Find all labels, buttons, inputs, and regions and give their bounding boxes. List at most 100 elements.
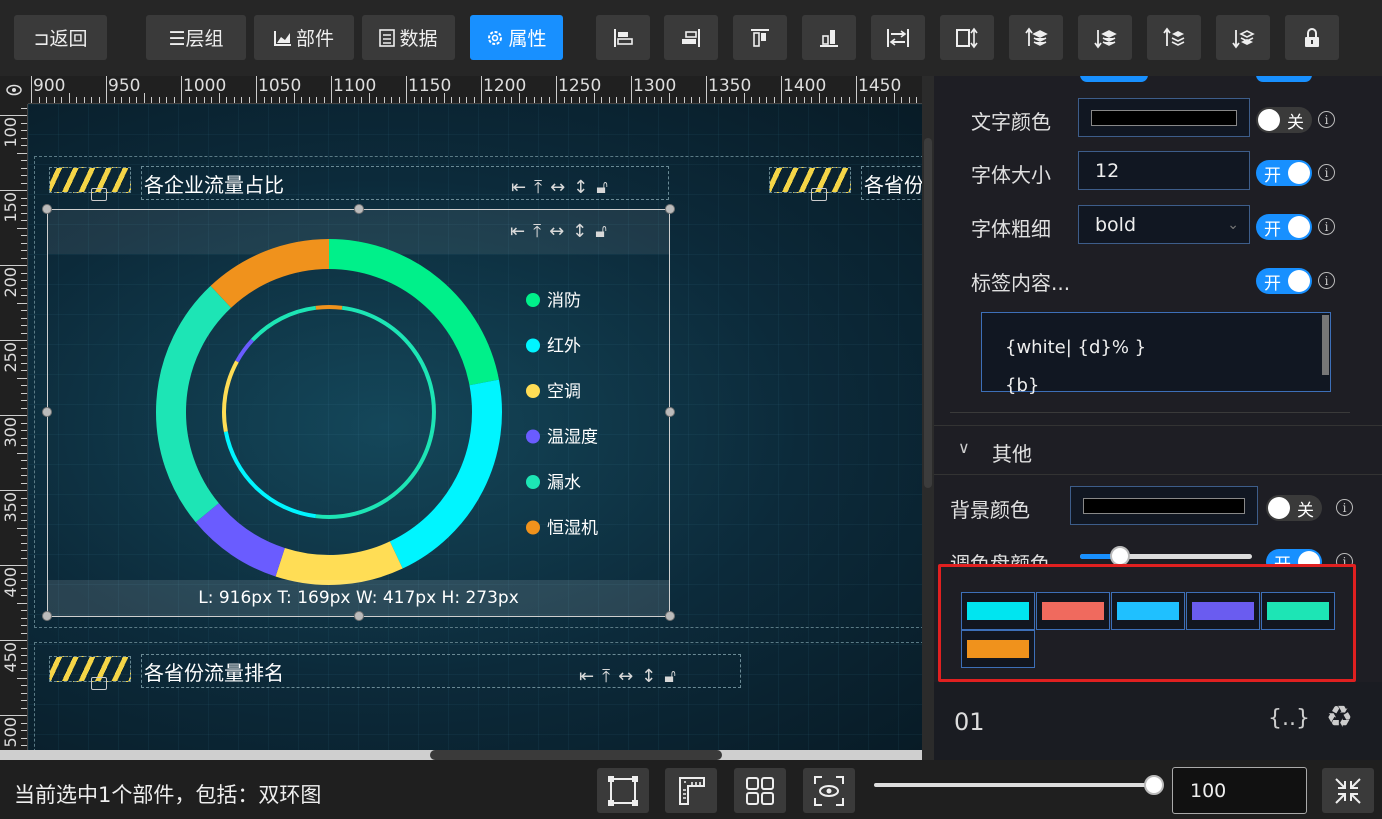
outer-ring-slice-红外[interactable] — [389, 379, 502, 569]
info-icon[interactable]: i — [1318, 272, 1335, 289]
font-size-toggle[interactable]: 开 — [1256, 160, 1312, 186]
palette-swatch[interactable] — [1261, 592, 1335, 630]
text-color-picker[interactable] — [1078, 98, 1250, 137]
code-icon[interactable]: {..} — [1268, 706, 1310, 731]
legend-marker[interactable] — [526, 338, 540, 353]
visibility-icon[interactable] — [0, 76, 28, 104]
zoom-input[interactable]: 100 — [1172, 767, 1307, 814]
zoom-slider[interactable] — [874, 775, 1164, 795]
resize-handle[interactable] — [354, 611, 364, 621]
align-left-icon[interactable]: ⇤ — [511, 177, 526, 198]
outer-ring-slice-恒湿机[interactable] — [210, 239, 330, 308]
distribute-horizontal-icon[interactable] — [871, 15, 925, 60]
section-other-header[interactable]: ∨ 其他 — [934, 425, 1382, 475]
info-icon[interactable]: i — [1318, 111, 1335, 128]
font-weight-select[interactable]: bold ⌄ — [1078, 205, 1250, 244]
unlock-icon[interactable]: 🔓︎ — [596, 177, 608, 198]
resize-handle[interactable] — [42, 407, 52, 417]
font-weight-toggle[interactable]: 开 — [1256, 214, 1312, 240]
align-top-icon[interactable] — [733, 15, 787, 60]
legend-marker[interactable] — [526, 429, 540, 444]
lock-icon[interactable] — [91, 188, 107, 201]
align-bottom-icon[interactable] — [802, 15, 856, 60]
lock-icon[interactable] — [91, 677, 107, 690]
info-icon[interactable]: i — [1318, 164, 1335, 181]
inner-ring-slice[interactable] — [222, 360, 239, 433]
layer-up-icon[interactable] — [1009, 15, 1063, 60]
design-canvas[interactable]: 各企业流量占比 ⇤ ⤒ ↔ ↕ 🔓︎ 各省份 ⇤ ⤒ ↔ ↕ 🔓︎ 消防 红外 空调 温湿度 漏水 恒湿机… — [28, 104, 922, 750]
collapse-icon[interactable] — [1322, 768, 1374, 813]
recycle-icon[interactable]: ♻ — [1326, 700, 1353, 735]
toggle-partial[interactable] — [1256, 76, 1312, 82]
bg-color-toggle[interactable]: 关 — [1266, 495, 1322, 521]
lock-icon[interactable] — [1285, 15, 1339, 60]
stretch-width-icon[interactable]: ↔ — [618, 666, 633, 687]
align-right-icon[interactable] — [664, 15, 718, 60]
palette-swatch[interactable] — [961, 592, 1035, 630]
legend-label[interactable]: 消防 — [547, 291, 581, 311]
outer-ring-slice-消防[interactable] — [328, 239, 499, 386]
double-ring-chart[interactable]: 消防红外空调温湿度漏水恒湿机 — [48, 210, 669, 616]
stretch-height-icon[interactable]: ↕ — [641, 666, 656, 687]
resize-handle[interactable] — [42, 204, 52, 214]
info-icon[interactable]: i — [1318, 218, 1335, 235]
inner-ring-slice[interactable] — [223, 431, 317, 519]
panel-divider[interactable] — [922, 76, 934, 760]
align-left-icon[interactable] — [596, 15, 650, 60]
legend-marker[interactable] — [526, 293, 540, 307]
layer-top-icon[interactable] — [1147, 15, 1201, 60]
palette-slider[interactable] — [1080, 546, 1252, 566]
outer-ring-slice-空调[interactable] — [275, 541, 403, 585]
lock-icon[interactable] — [811, 188, 827, 201]
layer-down-icon[interactable] — [1078, 15, 1132, 60]
resize-handle[interactable] — [665, 204, 675, 214]
layers-button[interactable]: ☰层组 — [146, 15, 246, 60]
horizontal-scrollbar-thumb[interactable] — [430, 750, 722, 760]
palette-swatch[interactable] — [1111, 592, 1185, 630]
info-icon[interactable]: i — [1336, 499, 1353, 516]
parts-button[interactable]: 部件 — [254, 15, 354, 60]
data-button[interactable]: 数据 — [362, 15, 455, 60]
align-left-icon[interactable]: ⇤ — [579, 666, 594, 687]
panel-title[interactable]: 各省份 — [861, 166, 922, 200]
resize-handle[interactable] — [665, 407, 675, 417]
back-button[interactable]: ⊐返回 — [14, 15, 107, 60]
resize-handle[interactable] — [354, 204, 364, 214]
palette-swatch[interactable] — [1036, 592, 1110, 630]
legend-label[interactable]: 空调 — [547, 382, 581, 402]
slider-handle[interactable] — [1110, 546, 1130, 566]
unlock-icon[interactable]: 🔓︎ — [664, 666, 676, 687]
font-size-input[interactable]: 12 — [1078, 151, 1250, 190]
palette-swatch[interactable] — [961, 630, 1035, 668]
legend-label[interactable]: 漏水 — [547, 473, 581, 493]
inner-ring-slice[interactable] — [235, 338, 254, 363]
legend-label[interactable]: 红外 — [547, 337, 581, 357]
text-color-toggle[interactable]: 关 — [1256, 107, 1312, 133]
resize-handle[interactable] — [42, 611, 52, 621]
preview-eye-icon[interactable] — [803, 768, 855, 813]
ruler-icon[interactable] — [665, 768, 717, 813]
distribute-vertical-icon[interactable] — [940, 15, 994, 60]
stretch-height-icon[interactable]: ↕ — [573, 177, 588, 198]
inner-ring-slice[interactable] — [251, 305, 317, 342]
outer-ring-slice-漏水[interactable] — [156, 285, 232, 523]
props-button[interactable]: 属性 — [470, 15, 563, 60]
zoom-slider-handle[interactable] — [1144, 775, 1164, 795]
grid-icon[interactable] — [734, 768, 786, 813]
inner-ring-slice[interactable] — [315, 305, 330, 310]
legend-marker[interactable] — [526, 520, 540, 535]
stretch-width-icon[interactable]: ↔ — [550, 177, 565, 198]
bg-color-picker[interactable] — [1070, 486, 1258, 525]
vertical-scrollbar-thumb[interactable] — [924, 138, 932, 488]
inner-ring-slice[interactable] — [315, 305, 436, 519]
fit-frame-icon[interactable] — [597, 768, 649, 813]
legend-marker[interactable] — [526, 384, 540, 398]
legend-label[interactable]: 温湿度 — [547, 428, 598, 448]
label-content-textarea[interactable]: {white| {d}% } {b} — [981, 312, 1331, 396]
inner-ring-slice[interactable] — [328, 305, 343, 310]
legend-label[interactable]: 恒湿机 — [547, 519, 598, 539]
layer-bottom-icon[interactable] — [1216, 15, 1270, 60]
palette-swatch[interactable] — [1186, 592, 1260, 630]
label-content-toggle[interactable]: 开 — [1256, 268, 1312, 294]
textarea-scrollbar[interactable] — [1322, 315, 1329, 375]
